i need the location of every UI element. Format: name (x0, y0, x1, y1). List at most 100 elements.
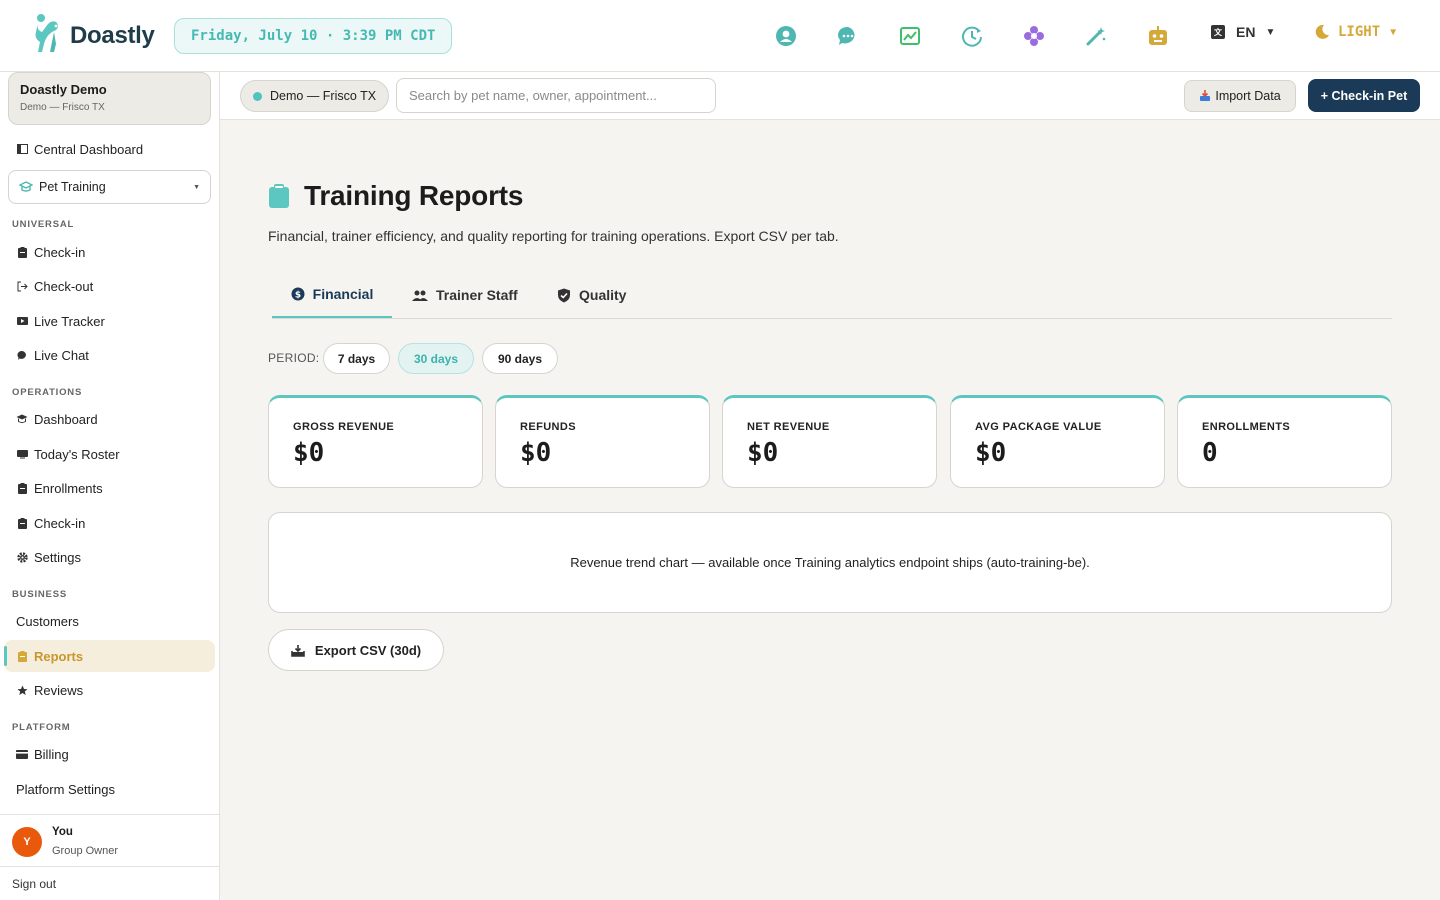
kpi-card-refunds: REFUNDS $0 (495, 395, 710, 488)
sidebar-item-billing[interactable]: Billing (16, 744, 69, 764)
top-icon-bar (772, 22, 1206, 50)
sidebar-item-todays-roster[interactable]: Today's Roster (16, 444, 120, 464)
chevron-down-icon: ▼ (1390, 26, 1397, 38)
sidebar-item-label: Check-in (34, 515, 86, 531)
export-csv-button[interactable]: Export CSV (30d) (268, 629, 444, 671)
kpi-value: $0 (520, 438, 552, 468)
sidebar-item-live-chat[interactable]: Live Chat (16, 345, 89, 365)
kpi-card-net-revenue: NET REVENUE $0 (722, 395, 937, 488)
sidebar-item-label: Live Tracker (34, 313, 105, 329)
sidebar-item-enrollments[interactable]: Enrollments (16, 478, 103, 498)
sidebar-item-label: Dashboard (34, 411, 98, 427)
sidebar-item-label: Platform Settings (16, 781, 115, 797)
svg-text:文: 文 (1214, 27, 1223, 37)
sidebar-item-dashboard[interactable]: Dashboard (16, 409, 98, 429)
chart-placeholder-text: Revenue trend chart — available once Tra… (570, 555, 1090, 570)
chevron-down-icon: ▼ (1265, 26, 1276, 38)
check-in-pet-button[interactable]: + Check-in Pet (1308, 79, 1420, 112)
sidebar-item-operations-check-in[interactable]: Check-in (16, 513, 85, 533)
tab-label: Trainer Staff (436, 287, 518, 303)
kpi-card-gross-revenue: GROSS REVENUE $0 (268, 395, 483, 488)
kpi-card-avg-package-value: AVG PACKAGE VALUE $0 (950, 395, 1165, 488)
dashboard-icon (16, 143, 28, 155)
inbox-tray-icon (1199, 90, 1211, 102)
tab-trainer-staff[interactable]: Trainer Staff (412, 272, 518, 318)
user-profile[interactable]: Y You Group Owner (0, 814, 219, 866)
sidebar-item-label: Reviews (34, 682, 84, 698)
import-data-button[interactable]: Import Data (1184, 80, 1296, 112)
sidebar-item-customers[interactable]: Customers (16, 611, 79, 631)
search-input[interactable] (396, 78, 716, 113)
revenue-chart-placeholder: Revenue trend chart — available once Tra… (268, 512, 1392, 613)
sidebar-item-check-out[interactable]: Check-out (16, 276, 93, 296)
kpi-value: 0 (1202, 438, 1218, 468)
sidebar-item-reviews[interactable]: Reviews (16, 680, 83, 700)
kpi-label: GROSS REVENUE (293, 421, 395, 433)
sidebar-item-central-dashboard[interactable]: Central Dashboard (16, 139, 143, 159)
period-90-days-button[interactable]: 90 days (482, 343, 558, 374)
tenant-name: Doastly Demo (20, 82, 107, 97)
location-selector[interactable]: Demo — Frisco TX (240, 80, 390, 112)
sidebar-item-platform-settings[interactable]: Platform Settings (16, 779, 115, 799)
page-header: Training Reports (268, 180, 523, 212)
support-icon[interactable] (772, 22, 800, 50)
import-data-label: Import Data (1215, 89, 1281, 103)
avatar: Y (12, 827, 42, 857)
kpi-value: $0 (975, 438, 1007, 468)
user-role: Group Owner (52, 845, 119, 857)
star-icon (16, 684, 28, 696)
shield-icon (557, 288, 571, 303)
clock-icon[interactable] (958, 22, 986, 50)
clipboard-icon (16, 650, 28, 662)
robot-icon[interactable] (1144, 22, 1172, 50)
sidebar-item-label: Reports (34, 648, 84, 664)
clipboard-icon (16, 517, 28, 529)
language-label: EN (1236, 24, 1256, 40)
sidebar-item-label: Live Chat (34, 347, 89, 363)
sidebar-item-label: Check-out (34, 278, 94, 294)
sign-out-link[interactable]: Sign out (0, 866, 219, 900)
svg-text:$: $ (295, 291, 301, 301)
report-tabs: $ Financial Trainer Staff Quality (272, 272, 1392, 319)
analytics-icon[interactable] (896, 22, 924, 50)
kpi-card-enrollments: ENROLLMENTS 0 (1177, 395, 1392, 488)
graduation-cap-icon (16, 413, 28, 425)
dollar-icon: $ (291, 287, 305, 301)
brand-logo[interactable]: Doastly (32, 12, 174, 59)
kpi-label: ENROLLMENTS (1202, 421, 1291, 433)
sidebar-item-label: Customers (16, 613, 79, 629)
kpi-label: AVG PACKAGE VALUE (975, 421, 1102, 433)
flower-icon[interactable] (1020, 22, 1048, 50)
datetime-display: Friday, July 10 · 3:39 PM CDT (174, 17, 453, 54)
tab-label: Quality (579, 287, 627, 303)
sidebar-item-settings[interactable]: Settings (16, 547, 81, 567)
theme-selector[interactable]: LIGHT ▼ (1314, 24, 1396, 40)
tenant-switcher[interactable]: Doastly Demo Demo — Frisco TX (8, 72, 211, 125)
chat-icon[interactable] (834, 22, 862, 50)
period-30-days-button[interactable]: 30 days (398, 343, 474, 374)
section-business: BUSINESS (12, 589, 67, 600)
graduation-cap-icon (19, 181, 33, 193)
section-operations: OPERATIONS (12, 387, 83, 398)
period-7-days-button[interactable]: 7 days (323, 343, 390, 374)
download-tray-icon (291, 644, 305, 657)
section-platform: PLATFORM (12, 722, 71, 733)
period-label: PERIOD: (268, 351, 320, 365)
sidebar-item-label: Billing (34, 746, 69, 762)
tab-quality[interactable]: Quality (557, 272, 626, 318)
sidebar-item-label: Enrollments (34, 480, 103, 496)
tab-financial[interactable]: $ Financial (272, 272, 392, 318)
clipboard-icon (16, 482, 28, 494)
kpi-label: NET REVENUE (747, 421, 830, 433)
tenant-location: Demo — Frisco TX (20, 102, 105, 113)
user-name: You (52, 826, 73, 838)
sidebar-item-check-in[interactable]: Check-in (16, 242, 85, 262)
kpi-label: REFUNDS (520, 421, 576, 433)
sidebar-item-live-tracker[interactable]: Live Tracker (16, 311, 105, 331)
sidebar-item-reports[interactable]: Reports (16, 646, 83, 666)
language-selector[interactable]: 文 EN ▼ (1210, 24, 1275, 40)
sidebar: Doastly Demo Demo — Frisco TX Central Da… (0, 72, 220, 900)
module-selector[interactable]: Pet Training ▼ (8, 170, 211, 204)
magic-wand-icon[interactable] (1082, 22, 1110, 50)
status-dot (253, 91, 262, 101)
